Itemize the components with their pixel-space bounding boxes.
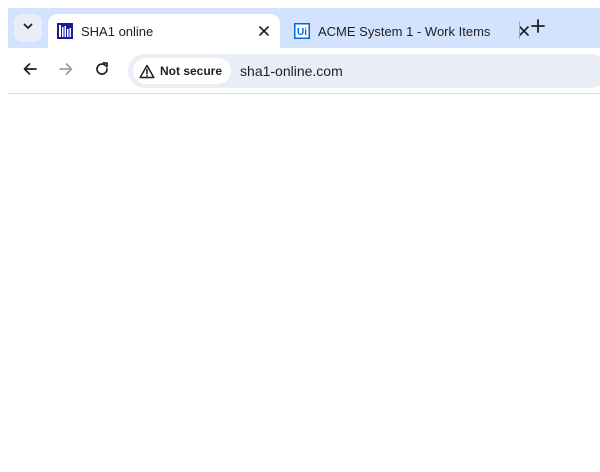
tab-search-button[interactable] [14, 14, 42, 42]
page-content [8, 94, 600, 472]
svg-text:Ui: Ui [297, 27, 307, 38]
browser-window: SHA1 online Ui ACME System 1 - Work Item… [8, 8, 600, 472]
url-text[interactable]: sha1-online.com [240, 63, 343, 79]
forward-arrow-icon [58, 61, 74, 82]
uipath-favicon: Ui [294, 23, 310, 39]
forward-button[interactable] [54, 59, 78, 83]
address-bar[interactable]: Not secure sha1-online.com [128, 54, 600, 88]
reload-button[interactable] [90, 59, 114, 83]
tab-sha1-online[interactable]: SHA1 online [48, 14, 280, 48]
plus-icon [531, 18, 545, 38]
sha1-online-favicon [57, 23, 73, 39]
security-label: Not secure [160, 64, 223, 78]
close-icon[interactable] [254, 21, 274, 41]
back-arrow-icon [22, 61, 38, 82]
tab-title: SHA1 online [81, 23, 154, 39]
security-indicator-chip[interactable]: Not secure [133, 58, 232, 84]
tab-title: ACME System 1 - Work Items [318, 23, 491, 39]
warning-triangle-icon [139, 63, 155, 79]
new-tab-button[interactable] [526, 16, 550, 40]
chevron-down-icon [22, 19, 34, 37]
tab-strip: SHA1 online Ui ACME System 1 - Work Item… [8, 8, 600, 48]
browser-toolbar: Not secure sha1-online.com [8, 48, 600, 94]
back-button[interactable] [18, 59, 42, 83]
reload-icon [94, 61, 110, 82]
tab-separator [519, 21, 520, 39]
tab-acme-work-items[interactable]: Ui ACME System 1 - Work Items [286, 14, 540, 48]
